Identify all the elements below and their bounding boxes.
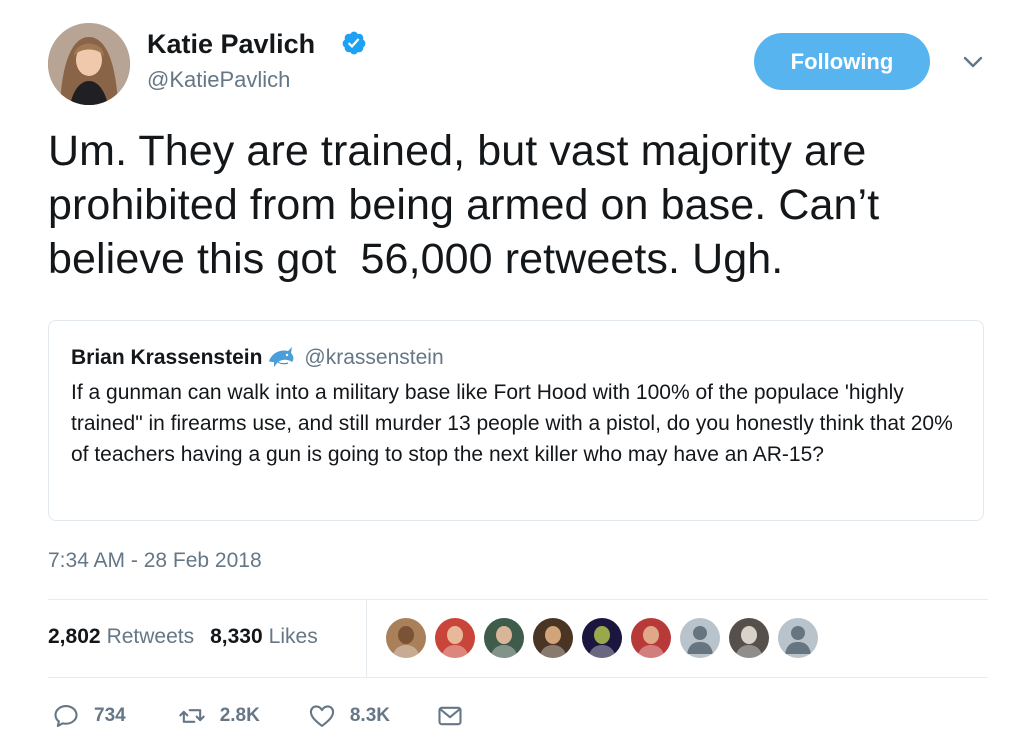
quoted-author-handle: @krassenstein bbox=[304, 346, 444, 369]
quoted-tweet-header: Brian Krassenstein @krassenstein bbox=[71, 344, 444, 372]
quoted-tweet-card[interactable]: Brian Krassenstein @krassenstein If a gu… bbox=[48, 320, 984, 521]
tweet-actions: 734 2.8K 8.3K bbox=[52, 701, 464, 731]
direct-message-button[interactable] bbox=[436, 702, 464, 730]
liker-avatar[interactable] bbox=[582, 618, 622, 658]
retweets-label: Retweets bbox=[106, 625, 195, 648]
liker-avatar[interactable] bbox=[435, 618, 475, 658]
liker-avatar[interactable] bbox=[729, 618, 769, 658]
tweet-stats: 2,802 Retweets 8,330 Likes bbox=[48, 623, 318, 651]
liker-avatar[interactable] bbox=[680, 618, 720, 658]
quoted-author-name: Brian Krassenstein bbox=[71, 346, 263, 369]
quoted-tweet-text: If a gunman can walk into a military bas… bbox=[71, 381, 953, 466]
liker-avatar[interactable] bbox=[778, 618, 818, 658]
following-button[interactable]: Following bbox=[754, 33, 930, 90]
reply-button[interactable]: 734 bbox=[52, 702, 126, 730]
author-avatar[interactable] bbox=[48, 23, 130, 105]
divider bbox=[48, 677, 988, 678]
likes-label: Likes bbox=[268, 625, 318, 648]
retweets-count: 2,802 bbox=[48, 625, 101, 648]
heart-icon bbox=[309, 705, 334, 727]
tweet-text: Um. They are trained, but vast majority … bbox=[48, 127, 880, 283]
retweet-count: 2.8K bbox=[219, 705, 260, 726]
author-handle[interactable]: @KatiePavlich bbox=[147, 66, 290, 94]
chevron-down-icon[interactable] bbox=[960, 52, 986, 72]
dolphin-icon bbox=[269, 347, 294, 367]
reply-count: 734 bbox=[94, 705, 126, 726]
retweet-button[interactable]: 2.8K bbox=[178, 702, 260, 730]
like-button[interactable]: 8.3K bbox=[308, 702, 390, 730]
like-count: 8.3K bbox=[349, 705, 390, 726]
liker-avatars bbox=[386, 618, 827, 658]
retweet-icon bbox=[178, 709, 205, 723]
reply-icon bbox=[54, 705, 78, 727]
liker-avatar[interactable] bbox=[631, 618, 671, 658]
envelope-icon bbox=[438, 706, 462, 726]
author-display-name[interactable]: Katie Pavlich bbox=[147, 28, 315, 60]
liker-avatar[interactable] bbox=[386, 618, 426, 658]
likes-stat[interactable]: 8,330 Likes bbox=[210, 625, 318, 649]
liker-avatar[interactable] bbox=[484, 618, 524, 658]
retweets-stat[interactable]: 2,802 Retweets bbox=[48, 625, 194, 649]
stats-divider bbox=[366, 600, 367, 677]
verified-badge-icon bbox=[342, 31, 366, 55]
divider bbox=[48, 599, 988, 600]
liker-avatar[interactable] bbox=[533, 618, 573, 658]
likes-count: 8,330 bbox=[210, 625, 263, 648]
tweet-timestamp[interactable]: 7:34 AM - 28 Feb 2018 bbox=[48, 548, 262, 574]
